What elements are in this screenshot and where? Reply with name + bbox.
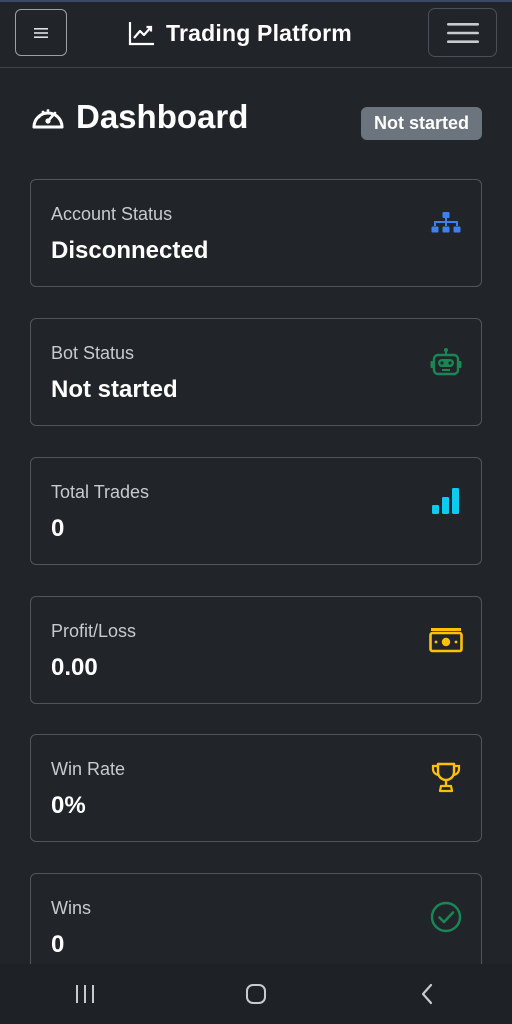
brand[interactable]: Trading Platform bbox=[128, 16, 352, 50]
card-value: 0 bbox=[51, 931, 65, 958]
card-value: 0% bbox=[51, 792, 86, 819]
home-icon bbox=[245, 984, 266, 1004]
back-icon bbox=[421, 983, 432, 1005]
page-title-group: Dashboard bbox=[30, 98, 248, 136]
card-label: Bot Status bbox=[51, 343, 135, 363]
chart-line-icon bbox=[128, 22, 154, 46]
card-value: Not started bbox=[51, 376, 178, 403]
hamburger-icon bbox=[446, 22, 479, 43]
card-label: Win Rate bbox=[51, 759, 126, 779]
dashboard-header: Dashboard Not started bbox=[30, 98, 482, 142]
total-trades-card: Total Trades 0 bbox=[30, 457, 482, 565]
hamburger-small-icon bbox=[34, 27, 48, 38]
check-circle-icon bbox=[429, 900, 463, 934]
card-value: 0.00 bbox=[51, 654, 98, 681]
menu-toggle-button[interactable] bbox=[15, 9, 67, 56]
card-label: Account Status bbox=[51, 204, 173, 224]
card-label: Total Trades bbox=[51, 482, 150, 502]
card-value: 0 bbox=[51, 515, 65, 542]
diagram-network-icon bbox=[429, 206, 463, 240]
bar-chart-icon bbox=[429, 484, 463, 518]
card-label: Profit/Loss bbox=[51, 621, 137, 641]
system-navigation-bar bbox=[0, 964, 512, 1024]
status-badge: Not started bbox=[360, 107, 482, 140]
speedometer-icon bbox=[32, 109, 64, 129]
robot-icon bbox=[429, 345, 463, 379]
page-title: Dashboard bbox=[76, 98, 249, 135]
bot-status-card: Bot Status Not started bbox=[30, 318, 482, 426]
brand-title: Trading Platform bbox=[166, 19, 352, 46]
recents-button[interactable] bbox=[55, 974, 115, 1014]
recents-icon bbox=[76, 985, 95, 1003]
card-value: Disconnected bbox=[51, 237, 209, 264]
card-label: Wins bbox=[51, 898, 91, 918]
win-rate-card: Win Rate 0% bbox=[30, 734, 482, 842]
account-status-card: Account Status Disconnected bbox=[30, 179, 482, 287]
cash-icon bbox=[429, 623, 463, 657]
trophy-icon bbox=[429, 761, 463, 795]
profit-loss-card: Profit/Loss 0.00 bbox=[30, 596, 482, 704]
home-button[interactable] bbox=[226, 974, 286, 1014]
top-navbar: Trading Platform bbox=[0, 0, 512, 68]
navbar-toggler-button[interactable] bbox=[428, 8, 497, 57]
back-button[interactable] bbox=[397, 974, 457, 1014]
